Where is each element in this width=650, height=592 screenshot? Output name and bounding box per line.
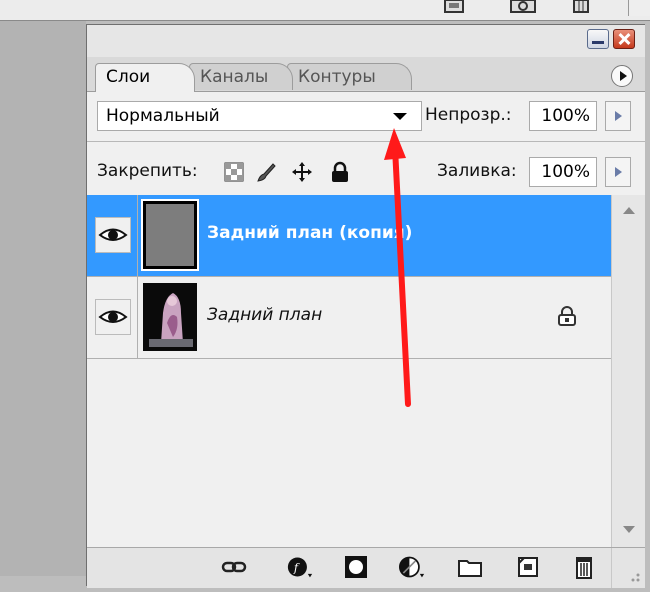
divider (87, 141, 645, 142)
link-layers-icon[interactable] (221, 554, 247, 580)
layer-style-icon[interactable]: f (287, 554, 313, 580)
resize-grip-icon (631, 573, 640, 582)
close-button[interactable] (613, 29, 635, 49)
layer-row[interactable]: Задний план (копия) (87, 195, 611, 277)
new-group-icon[interactable] (457, 554, 483, 580)
scroll-down-icon[interactable] (623, 526, 635, 533)
delete-layer-icon[interactable] (571, 554, 597, 580)
trash-icon[interactable] (570, 0, 594, 16)
lock-image-pixels-icon[interactable] (255, 161, 277, 183)
layers-scrollbar[interactable] (611, 195, 645, 547)
layers-bottom-toolbar: f (87, 547, 645, 588)
chevron-down-icon[interactable] (393, 113, 407, 120)
resize-grip[interactable] (611, 548, 646, 588)
layer-name[interactable]: Задний план (копия) (207, 223, 412, 243)
scroll-up-icon[interactable] (623, 207, 635, 214)
layer-name[interactable]: Задний план (207, 305, 322, 325)
fill-label: Заливка: (437, 161, 517, 181)
lock-label: Закрепить: (97, 161, 198, 181)
previous-panel-scrollbar[interactable] (628, 0, 650, 16)
opacity-field[interactable]: 100% (529, 101, 597, 131)
lock-transparent-pixels-icon[interactable] (223, 161, 245, 183)
panel-titlebar (87, 25, 645, 57)
lock-position-icon[interactable] (291, 161, 313, 183)
fill-field[interactable]: 100% (529, 157, 597, 187)
fill-slider-button[interactable] (605, 157, 631, 187)
visibility-toggle[interactable] (95, 217, 131, 253)
blend-mode-value: Нормальный (106, 106, 220, 126)
eye-icon (98, 228, 128, 241)
lock-all-icon[interactable] (329, 161, 351, 183)
minimize-button[interactable] (587, 29, 609, 49)
lock-icon (558, 306, 576, 326)
layer-row[interactable]: Задний план (87, 277, 611, 359)
left-workspace-strip (0, 0, 86, 576)
blend-mode-dropdown[interactable]: Нормальный (97, 101, 422, 131)
new-layer-icon[interactable] (515, 554, 541, 580)
layers-list: Задний план (копия) Задний план (87, 195, 645, 547)
tab-channels[interactable]: Каналы (189, 63, 293, 90)
divider (137, 277, 138, 359)
visibility-toggle[interactable] (95, 299, 131, 335)
layer-thumbnail (143, 283, 197, 351)
tab-layers[interactable]: Слои (95, 63, 195, 92)
panel-menu-button[interactable] (611, 65, 633, 87)
tab-paths[interactable]: Контуры (287, 63, 412, 90)
layer-thumbnail (141, 199, 199, 271)
previous-panel-bottom (0, 0, 650, 21)
adjustment-layer-icon[interactable] (399, 554, 425, 580)
opacity-slider-button[interactable] (605, 101, 631, 131)
layer-mask-icon[interactable] (343, 554, 369, 580)
layers-panel: Контуры Каналы Слои Нормальный Непрозр.:… (86, 24, 645, 588)
layer-comp-icon[interactable] (440, 0, 470, 16)
opacity-label: Непрозр.: (425, 105, 512, 125)
camera-icon[interactable] (508, 0, 538, 16)
panel-tabs: Контуры Каналы Слои (87, 57, 645, 92)
divider (137, 195, 138, 277)
eye-icon (98, 310, 128, 323)
